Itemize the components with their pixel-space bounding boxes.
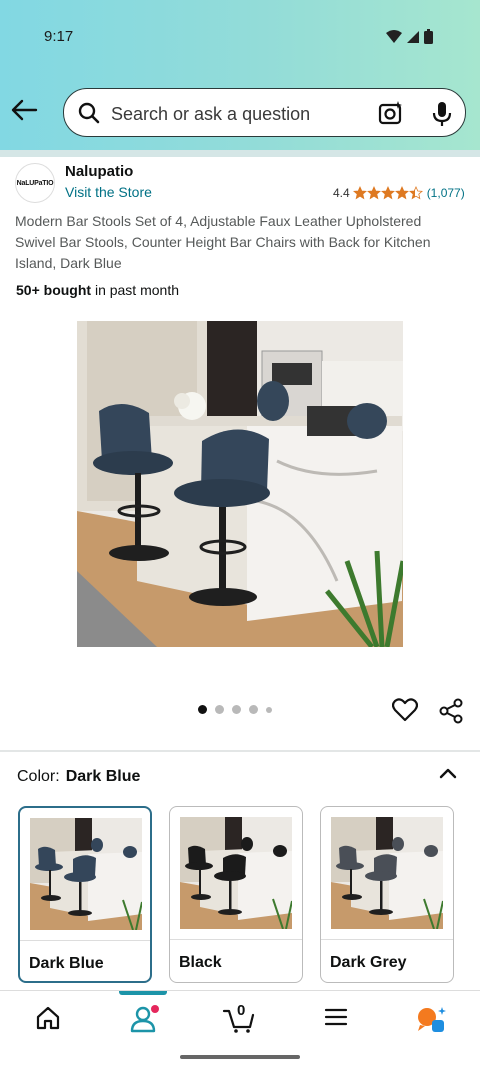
star-rating	[352, 186, 423, 200]
swatch-divider	[20, 940, 150, 941]
camera-search-icon[interactable]	[378, 100, 404, 126]
brand-logo[interactable]: NaLUPaTIO	[15, 163, 55, 203]
active-tab-indicator	[119, 991, 167, 995]
carousel-dot[interactable]	[266, 706, 272, 713]
color-option-label: Dark Grey	[330, 954, 407, 971]
signal-icon	[407, 30, 419, 43]
status-time: 9:17	[44, 28, 74, 45]
search-icon	[78, 102, 100, 124]
color-option-black[interactable]: Black	[169, 806, 303, 983]
nav-cart[interactable]: 0	[222, 1002, 256, 1038]
section-divider	[0, 750, 480, 752]
color-option-label: Dark Blue	[29, 955, 104, 972]
star-icon	[366, 186, 381, 200]
star-icon	[394, 186, 409, 200]
nav-rufus-assistant[interactable]	[416, 1005, 448, 1038]
color-option-label: Black	[179, 954, 222, 971]
search-bar[interactable]: Search or ask a question	[63, 88, 466, 137]
color-option-image	[180, 817, 292, 929]
color-option-image	[331, 817, 443, 929]
brand-name: Nalupatio	[65, 163, 134, 180]
product-photo	[77, 321, 403, 647]
color-label-text: Color:	[17, 768, 60, 785]
share-icon	[439, 698, 463, 724]
home-icon	[36, 1006, 60, 1030]
bought-in-past-month: 50+ bought in past month	[16, 282, 179, 298]
bought-suffix: in past month	[91, 282, 179, 298]
back-button[interactable]	[10, 96, 40, 126]
account-icon	[130, 1005, 159, 1033]
header-divider	[0, 150, 480, 157]
carousel-dots[interactable]	[198, 705, 272, 714]
color-option-image	[30, 818, 142, 930]
cart-count: 0	[237, 1002, 246, 1019]
carousel-dot[interactable]	[249, 705, 258, 714]
microphone-icon[interactable]	[431, 101, 453, 127]
color-selector-label: Color: Dark Blue	[17, 768, 140, 786]
chevron-up-icon	[439, 768, 457, 779]
search-input[interactable]: Search or ask a question	[111, 104, 310, 125]
assistant-icon	[418, 1007, 446, 1032]
color-option-dark-blue[interactable]: Dark Blue	[18, 806, 152, 983]
wifi-icon	[386, 29, 402, 43]
carousel-dot[interactable]	[198, 705, 207, 714]
nav-home[interactable]	[35, 1005, 61, 1036]
heart-icon	[391, 698, 419, 722]
nav-account[interactable]	[130, 1005, 160, 1038]
color-option-dark-grey[interactable]: Dark Grey	[320, 806, 454, 983]
product-image[interactable]	[77, 321, 403, 647]
carousel-dot[interactable]	[232, 705, 241, 714]
home-indicator[interactable]	[180, 1055, 300, 1059]
rating-count[interactable]: (1,077)	[427, 186, 465, 200]
swatch-divider	[321, 939, 453, 940]
status-icons	[386, 29, 433, 44]
arrow-left-icon	[11, 99, 38, 121]
brand-logo-text: NaLUPaTIO	[16, 179, 54, 187]
wishlist-button[interactable]	[391, 698, 419, 727]
nav-menu[interactable]	[324, 1005, 348, 1034]
rating[interactable]: 4.4 (1,077)	[333, 186, 465, 200]
collapse-button[interactable]	[437, 762, 459, 789]
bought-count: 50+ bought	[16, 282, 92, 298]
star-icon	[380, 186, 395, 200]
share-button[interactable]	[438, 698, 464, 729]
carousel-dot[interactable]	[215, 705, 224, 714]
menu-icon	[324, 1008, 348, 1026]
visit-store-link[interactable]: Visit the Store	[65, 184, 152, 200]
star-icon	[352, 186, 367, 200]
swatch-divider	[170, 939, 302, 940]
rating-value: 4.4	[333, 186, 350, 200]
app-header: 9:17 Search or ask a question	[0, 0, 480, 150]
battery-icon	[424, 29, 433, 44]
selected-color: Dark Blue	[65, 768, 141, 785]
star-icon	[408, 186, 423, 200]
product-title: Modern Bar Stools Set of 4, Adjustable F…	[15, 213, 431, 271]
